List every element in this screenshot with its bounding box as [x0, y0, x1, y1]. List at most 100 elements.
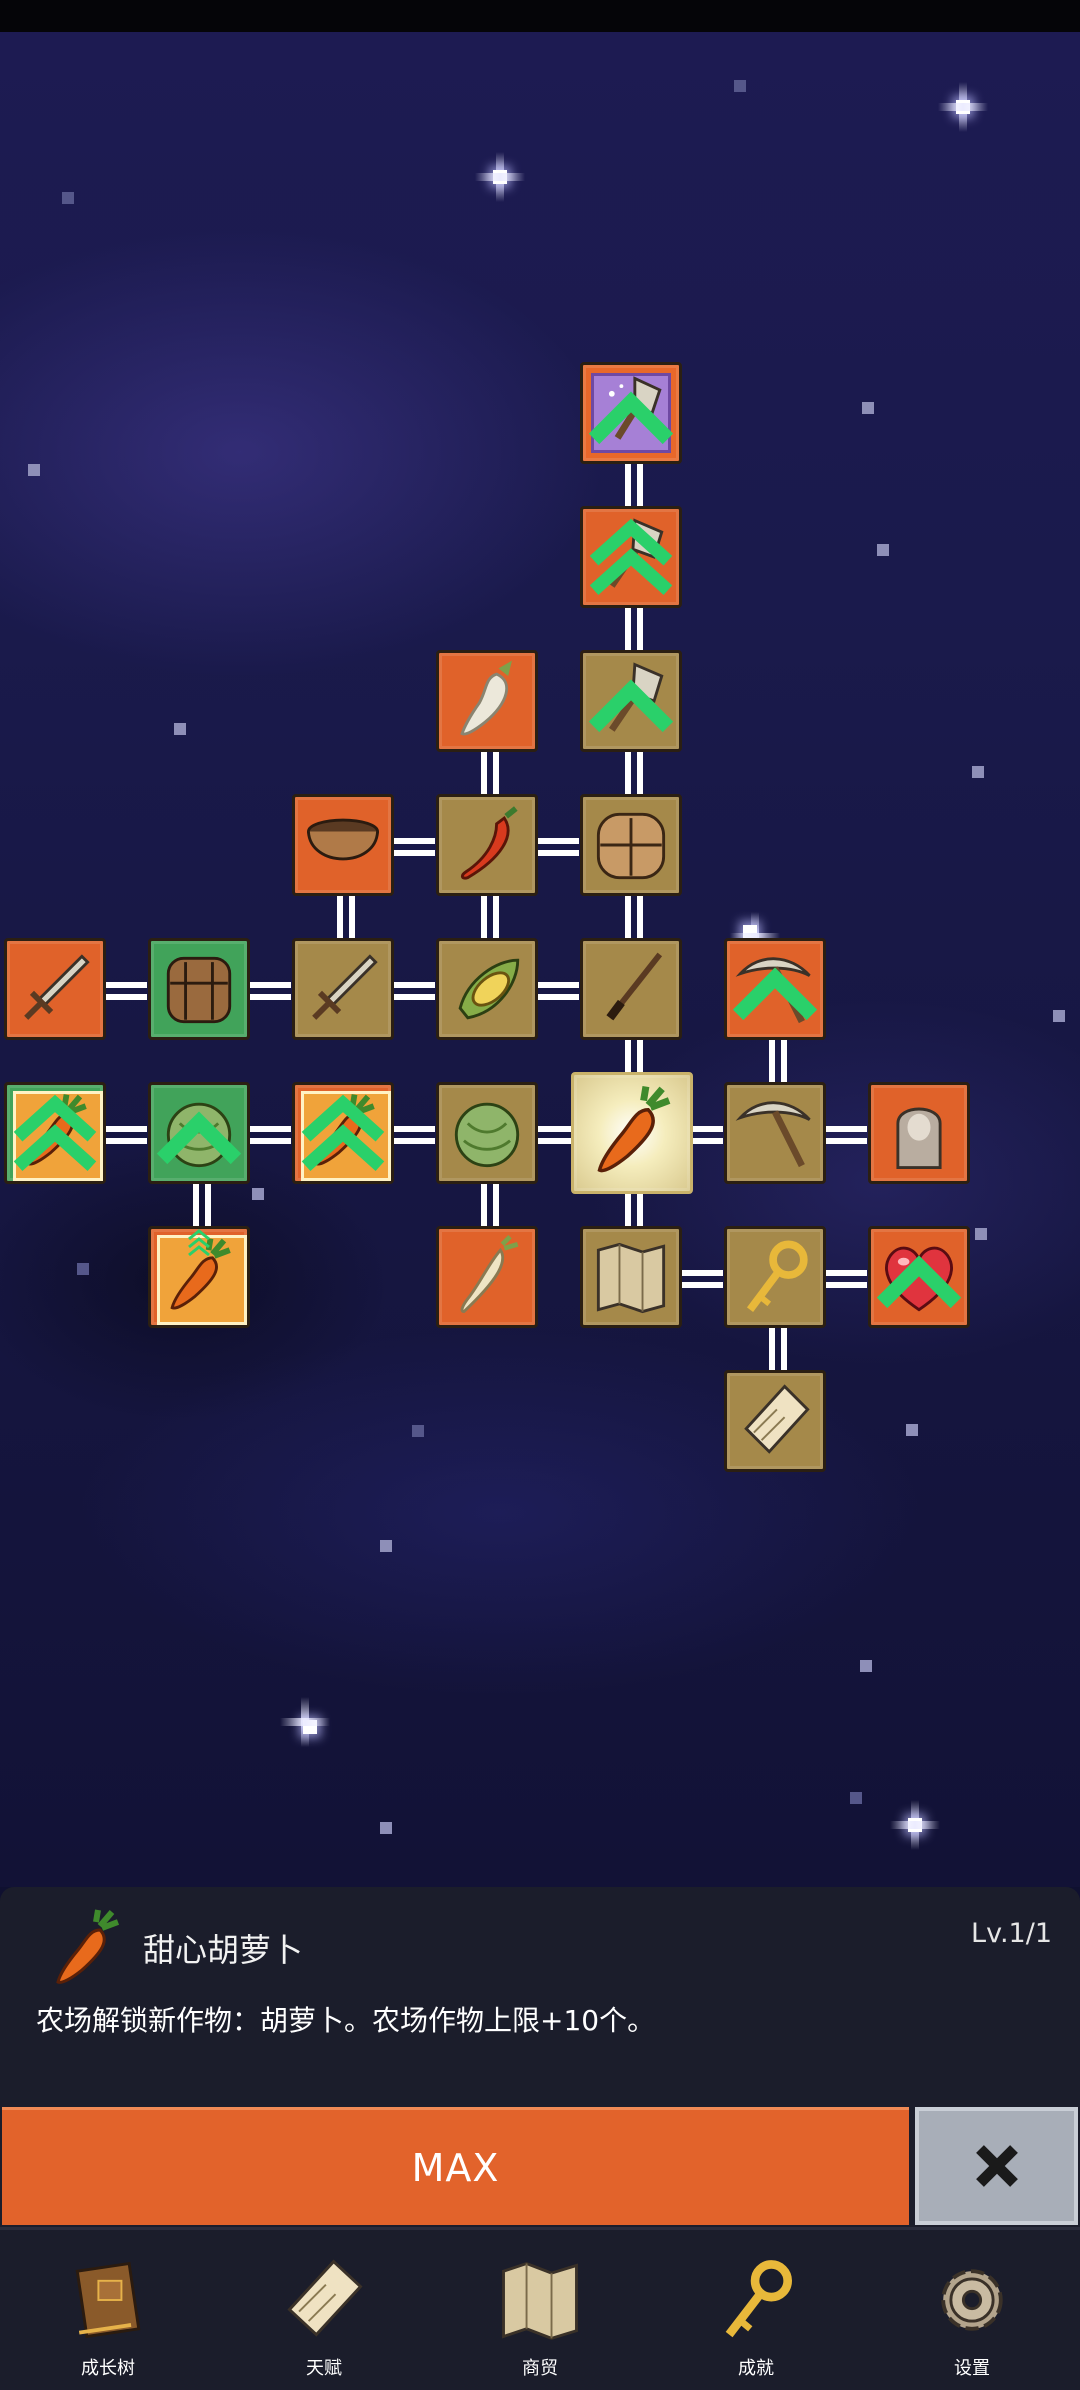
bottom-navigation: 成长树 天赋 商贸 成就 设置 [0, 2227, 1080, 2390]
skill-name: 甜心胡萝卜 [143, 1931, 304, 1969]
scroll-icon [744, 1384, 810, 1454]
key-icon [746, 1240, 808, 1312]
star [174, 723, 186, 735]
skill-node-parsnip[interactable] [436, 1226, 538, 1328]
skill-node-wooden-bowl[interactable] [292, 794, 394, 896]
tree-connector [103, 994, 147, 1000]
tree-connector [493, 896, 499, 938]
upgrade-chevron-icon [13, 1094, 97, 1172]
sword-icon [312, 954, 378, 1020]
tree-connector [247, 982, 291, 988]
tree-connector [823, 1138, 867, 1144]
skill-node-fishing-rod[interactable] [580, 938, 682, 1040]
skill-node-ghost[interactable] [868, 1082, 970, 1184]
tree-connector [679, 1282, 723, 1288]
parsnip-icon [460, 1234, 519, 1314]
tree-connector [247, 1126, 291, 1132]
skill-node-golden-key[interactable] [724, 1226, 826, 1328]
tree-connector [823, 1282, 867, 1288]
skill-node-chili-pepper[interactable] [436, 794, 538, 896]
key-icon [725, 2260, 792, 2338]
skill-node-shovel-2[interactable] [580, 506, 682, 608]
skill-node-cabbage-1[interactable] [148, 1082, 250, 1184]
skill-level: Lv.1/1 [971, 1918, 1052, 1949]
skill-node-bread[interactable] [580, 794, 682, 896]
star [380, 1822, 392, 1834]
skill-node-pickaxe-1[interactable] [724, 1082, 826, 1184]
skill-node-corn[interactable] [436, 938, 538, 1040]
tree-connector [637, 608, 643, 650]
tree-connector [535, 1138, 571, 1144]
tree-connector [625, 896, 631, 938]
tree-connector [823, 1126, 867, 1132]
skill-node-sweet-carrot[interactable] [571, 1072, 693, 1194]
star [28, 464, 40, 476]
pepper-icon [461, 806, 518, 880]
max-button[interactable]: MAX [2, 2107, 909, 2225]
tree-connector [769, 1328, 775, 1370]
tree-connector [637, 896, 643, 938]
tree-connector [391, 838, 435, 844]
tree-connector [103, 982, 147, 988]
skill-node-pickaxe-2[interactable] [724, 938, 826, 1040]
skill-node-carrot-boost-2[interactable] [292, 1082, 394, 1184]
skill-node-carrot-boost-3[interactable] [148, 1226, 250, 1328]
star [734, 80, 746, 92]
skill-node-carrot-boost-1[interactable] [4, 1082, 106, 1184]
tree-connector [349, 896, 355, 938]
tree-connector [535, 994, 579, 1000]
tree-connector [823, 1270, 867, 1276]
star [850, 1792, 862, 1804]
carrot-icon [597, 1086, 671, 1173]
gear-icon [941, 2269, 1003, 2331]
skill-node-cabbage-2[interactable] [436, 1082, 538, 1184]
tree-connector [493, 752, 499, 794]
tree-connector [693, 1138, 723, 1144]
nav-achievements[interactable]: 成就 [648, 2230, 864, 2390]
nav-growth-tree[interactable]: 成长树 [0, 2230, 216, 2390]
tree-connector [625, 608, 631, 650]
skill-node-magic-shovel[interactable] [580, 362, 682, 464]
nav-settings[interactable]: 设置 [864, 2230, 1080, 2390]
status-bar [0, 0, 1080, 32]
skill-node-backpack[interactable] [148, 938, 250, 1040]
nav-trade[interactable]: 商贸 [432, 2230, 648, 2390]
tree-connector [535, 838, 579, 844]
skill-node-sword-2[interactable] [292, 938, 394, 1040]
skill-node-radish[interactable] [436, 650, 538, 752]
skill-node-heart[interactable] [868, 1226, 970, 1328]
tree-connector [481, 752, 487, 794]
star [412, 1425, 424, 1437]
star [380, 1540, 392, 1552]
upgrade-chevron-icon [732, 967, 818, 1021]
close-button[interactable] [915, 2107, 1078, 2225]
skill-node-scroll[interactable] [724, 1370, 826, 1472]
tree-connector [391, 994, 435, 1000]
upgrade-chevron-icon [301, 1094, 385, 1172]
skill-node-map[interactable] [580, 1226, 682, 1328]
sparkle-star [475, 152, 525, 202]
star [252, 1188, 264, 1200]
rod-icon [606, 952, 663, 1021]
star [972, 766, 984, 778]
tree-connector [535, 850, 579, 856]
tree-connector [247, 1138, 291, 1144]
star [77, 1263, 89, 1275]
tree-connector [391, 1126, 435, 1132]
bread-icon [596, 812, 666, 880]
carrot-icon [56, 1909, 120, 1984]
nav-label: 商贸 [522, 2358, 558, 2379]
star [975, 1228, 987, 1240]
skill-node-sword-1[interactable] [4, 938, 106, 1040]
tree-connector [391, 982, 435, 988]
tree-connector [769, 1040, 775, 1082]
nav-talent[interactable]: 天赋 [216, 2230, 432, 2390]
skill-node-shovel-1[interactable] [580, 650, 682, 752]
corn-icon [458, 958, 520, 1020]
star [862, 402, 874, 414]
tree-connector [391, 850, 435, 856]
tree-connector [391, 1138, 435, 1144]
tree-connector [103, 1126, 147, 1132]
nav-label: 成长树 [81, 2358, 135, 2379]
scroll-icon [287, 2259, 363, 2337]
